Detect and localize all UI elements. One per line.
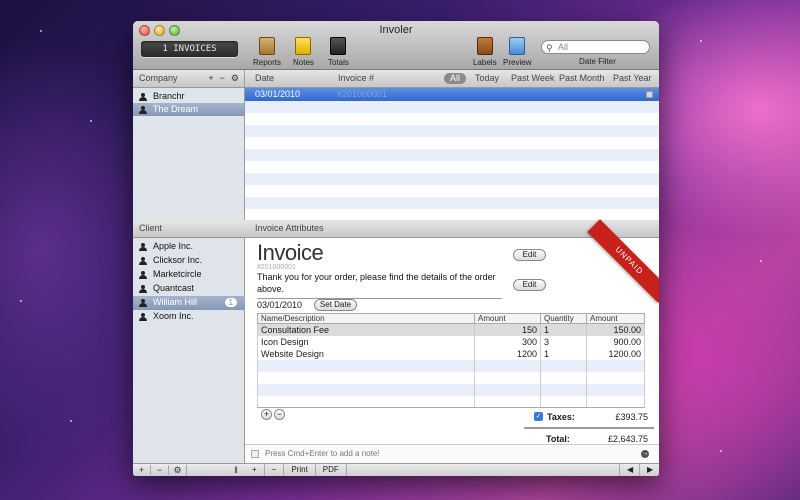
table-row-empty — [257, 395, 645, 408]
search-input[interactable]: ⚲ All — [541, 40, 650, 54]
table-row[interactable]: Website Design 1200 1 1200.00 — [257, 347, 645, 360]
sidebar-footer: + − ⚙ ‖ — [133, 463, 245, 476]
client-item[interactable]: Apple Inc. — [133, 240, 245, 254]
sidebar: Company + − ⚙ Branchr The Dream Client A… — [133, 70, 245, 476]
print-button[interactable]: Print — [284, 464, 316, 476]
edit-message-button[interactable]: Edit — [513, 279, 546, 291]
person-icon — [139, 243, 147, 251]
add-line-item-button[interactable]: + — [261, 409, 272, 420]
group-icon — [139, 106, 147, 114]
notepad-icon — [295, 37, 312, 55]
set-date-button[interactable]: Set Date — [314, 299, 357, 311]
filter-today[interactable]: Today — [475, 70, 499, 87]
preview-icon — [509, 37, 526, 55]
main-footer: + − Print PDF ◀ ▶ — [245, 463, 659, 476]
total-row: Total: £2,643.75 — [524, 427, 654, 444]
client-item[interactable]: Marketcircle — [133, 268, 245, 282]
company-item[interactable]: Branchr — [133, 90, 244, 103]
add-client-button[interactable]: + — [133, 465, 151, 475]
clipboard-icon — [259, 37, 275, 55]
table-row[interactable]: Icon Design 300 3 900.00 — [257, 335, 645, 348]
gear-icon[interactable]: ⚙ — [231, 70, 239, 87]
date-filter-label: Date Filter — [579, 57, 616, 66]
labels-button[interactable]: Labels — [473, 37, 497, 67]
invoice-detail: Invoice #201000001 Thank you for your or… — [245, 219, 659, 444]
edit-title-button[interactable]: Edit — [513, 249, 546, 261]
client-item[interactable]: Xoom Inc. — [133, 310, 245, 324]
group-icon — [139, 93, 147, 101]
client-header: Client — [133, 220, 245, 238]
taxes-checkbox[interactable]: ✓ — [534, 412, 543, 421]
line-items-table: Name/Description Amount Quantity Amount … — [257, 313, 645, 408]
count-badge: 1 — [224, 298, 237, 307]
add-invoice-button[interactable]: + — [245, 464, 265, 476]
calculator-icon — [330, 37, 347, 55]
client-item[interactable]: Clicksor Inc. — [133, 254, 245, 268]
invoice-message: Thank you for your order, please find th… — [257, 271, 502, 299]
invoice-list-empty-rows — [245, 101, 659, 221]
reports-button[interactable]: Reports — [253, 37, 281, 67]
pdf-button[interactable]: PDF — [316, 464, 347, 476]
note-checkbox[interactable] — [251, 450, 259, 458]
remove-client-button[interactable]: − — [151, 465, 169, 475]
person-icon — [139, 271, 147, 279]
column-header[interactable]: Amount — [474, 313, 541, 324]
remove-invoice-button[interactable]: − — [265, 464, 285, 476]
company-header: Company + − ⚙ — [133, 70, 244, 88]
remove-company-button[interactable]: − — [220, 70, 225, 87]
next-icon[interactable]: ▶ — [639, 464, 659, 476]
note-input[interactable]: Press Cmd+Enter to add a note! → — [245, 444, 659, 463]
taxes-value: £393.75 — [615, 412, 648, 422]
table-row-empty — [257, 359, 645, 372]
resize-handle-icon[interactable]: ‖ — [227, 465, 245, 475]
main-panel: Date Invoice # All Today Past Week Past … — [245, 70, 659, 476]
window-title: Involer — [379, 24, 413, 36]
column-header[interactable]: Quantity — [540, 313, 587, 324]
client-item[interactable]: William Hill 1 — [133, 296, 245, 310]
filter-all[interactable]: All — [444, 73, 467, 84]
person-icon — [139, 285, 147, 293]
table-row[interactable]: Consultation Fee 150 1 150.00 — [257, 323, 645, 336]
company-item[interactable]: The Dream — [133, 103, 244, 116]
invoice-number-column-header[interactable]: Invoice # — [338, 70, 374, 87]
column-header[interactable]: Amount — [586, 313, 645, 324]
column-header[interactable]: Name/Description — [257, 313, 475, 324]
app-window: Involer 1 INVOICES Reports Notes Totals … — [133, 21, 659, 476]
person-icon — [139, 257, 147, 265]
filter-past-year[interactable]: Past Year — [613, 70, 652, 87]
notes-button[interactable]: Notes — [293, 37, 314, 67]
invoice-list-header: Date Invoice # All Today Past Week Past … — [245, 70, 659, 88]
line-item-controls: + − — [261, 409, 285, 420]
table-row[interactable]: 03/01/2010 #201000001 — [245, 88, 659, 101]
client-item[interactable]: Quantcast — [133, 282, 245, 296]
table-row-empty — [257, 371, 645, 384]
person-icon — [139, 313, 147, 321]
invoice-number: #201000001 — [257, 264, 296, 271]
status-square-icon — [646, 91, 653, 98]
add-company-button[interactable]: + — [208, 70, 213, 87]
person-icon — [139, 299, 147, 307]
preview-button[interactable]: Preview — [503, 37, 531, 67]
gear-icon[interactable]: ⚙ — [169, 464, 187, 476]
filter-past-month[interactable]: Past Month — [559, 70, 605, 87]
client-list: Apple Inc. Clicksor Inc. Marketcircle Qu… — [133, 238, 245, 324]
search-icon: ⚲ — [546, 43, 553, 53]
invoice-title: Invoice — [257, 240, 324, 265]
totals-button[interactable]: Totals — [328, 37, 349, 67]
add-note-icon[interactable]: → — [641, 450, 649, 458]
previous-icon[interactable]: ◀ — [619, 464, 639, 476]
filter-past-week[interactable]: Past Week — [511, 70, 554, 87]
company-list: Branchr The Dream — [133, 88, 244, 116]
date-column-header[interactable]: Date — [255, 70, 274, 87]
remove-line-item-button[interactable]: − — [274, 409, 285, 420]
invoice-count-display: 1 INVOICES — [141, 41, 238, 57]
table-row-empty — [257, 383, 645, 396]
toolbar: Involer 1 INVOICES Reports Notes Totals … — [133, 21, 659, 70]
invoice-date: 03/01/2010 — [257, 300, 303, 310]
labels-icon — [476, 37, 493, 55]
total-value: £2,643.75 — [607, 434, 648, 444]
